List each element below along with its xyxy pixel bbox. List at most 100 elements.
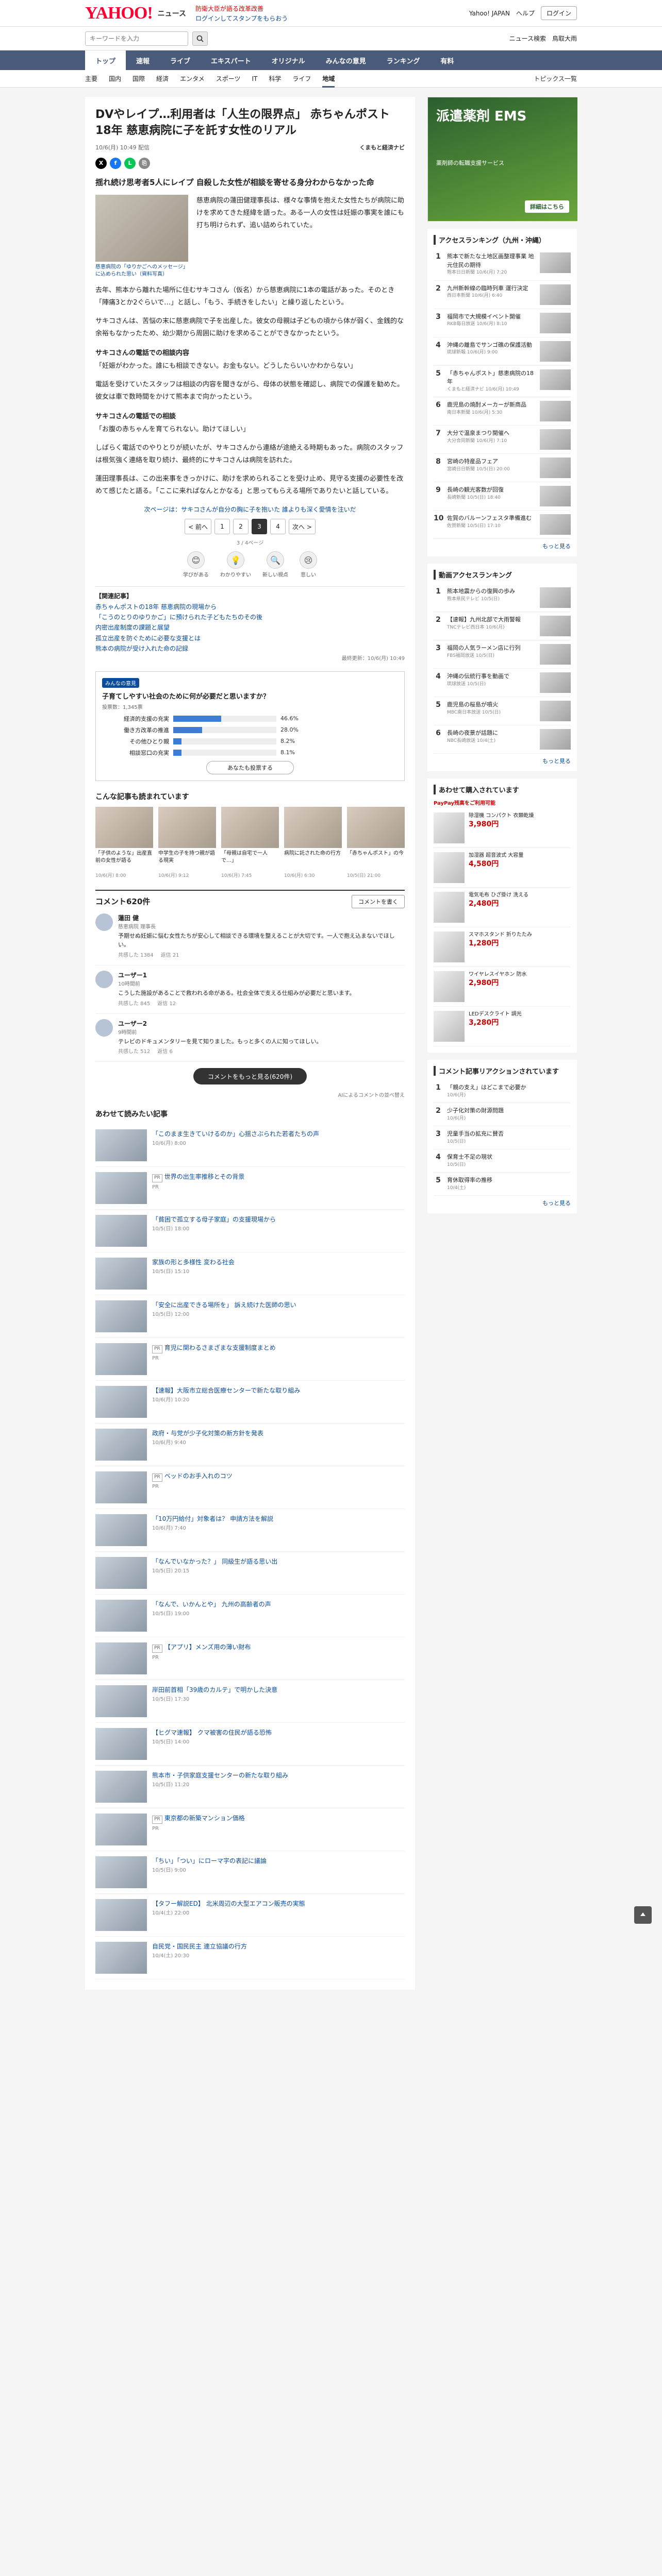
also-read-item[interactable]: 「なんでいなかった？」 同級生が語る思い出 10/5(日) 20:15 xyxy=(95,1552,405,1595)
ranking-item[interactable]: 2 【速報】九州北部で大雨警報 TNCテレビ西日本 10/6(月) xyxy=(434,612,571,640)
also-read-item[interactable]: PR ベッドのお手入れのコツ PR xyxy=(95,1466,405,1510)
ranking-item[interactable]: 1 熊本で新たな土地区画整理事業 地元住民の期待 熊本日日新聞 10/6(月) 7:… xyxy=(434,249,571,281)
item-title[interactable]: 東京都の新築マンション価格 xyxy=(164,1815,245,1822)
poll-vote-button[interactable]: あなたも投票する xyxy=(206,760,294,774)
rank-title[interactable]: 熊本で新たな土地区画整理事業 地元住民の期待 xyxy=(447,252,536,269)
related-link[interactable]: 孤立出産を防ぐために必要な支援とは xyxy=(95,633,405,643)
catnav-item[interactable]: ライブ xyxy=(160,50,201,70)
item-title[interactable]: 「なんで、いかんとや」 九州の高齢者の声 xyxy=(152,1601,271,1608)
ranking-item[interactable]: 6 長崎の夜景が話題に NBC長崎放送 10/4(土) xyxy=(434,725,571,754)
rank-title[interactable]: 福岡市で大規模イベント開催 xyxy=(447,313,536,321)
item-title[interactable]: 岸田前首相「39歳のカルテ」で明かした決意 xyxy=(152,1686,277,1693)
comment-author[interactable]: ユーザー2 xyxy=(118,1019,405,1029)
item-title[interactable]: 世界の出生率推移とその背景 xyxy=(164,1173,245,1180)
article-photo[interactable] xyxy=(95,194,188,262)
related-link[interactable]: 「こうのとりのゆりかご」に預けられた子どもたちのその後 xyxy=(95,612,405,622)
rank-title[interactable]: 長崎の観光客数が回復 xyxy=(447,486,536,495)
item-title[interactable]: 「このまま生きていけるのか」心揺さぶられた若者たちの声 xyxy=(152,1130,319,1138)
catnav-item[interactable]: トップ xyxy=(85,50,126,70)
rank-title[interactable]: 福岡の人気ラーメン店に行列 xyxy=(447,644,536,653)
more-comments-button[interactable]: コメントをもっと見る(620件) xyxy=(193,1068,307,1085)
shop-item[interactable]: 電気毛布 ひざ掛け 洗える 2,480円 xyxy=(434,888,571,927)
pager-prev[interactable]: < 前へ xyxy=(185,519,211,535)
rank-title[interactable]: 保育士不足の現状 xyxy=(447,1153,571,1162)
item-title[interactable]: 「10万円給付」対象者は？ 申請方法を解説 xyxy=(152,1515,273,1522)
like-count[interactable]: 共感した 1384 xyxy=(118,952,154,960)
item-title[interactable]: 【速報】大阪市立総合医療センターで新たな取り組み xyxy=(152,1387,300,1394)
catnav-item[interactable]: オリジナル xyxy=(261,50,316,70)
product-title[interactable]: 除湿機 コンパクト 衣類乾燥 xyxy=(469,812,571,820)
product-title[interactable]: 加湿器 超音波式 大容量 xyxy=(469,852,571,859)
item-title[interactable]: 【タフー解説ED】 北米周辺の大型エアコン販売の実態 xyxy=(152,1900,305,1907)
ranking-item[interactable]: 4 保育士不足の現状 10/5(日) xyxy=(434,1149,571,1173)
recommended-card[interactable]: 病院に託された命の行方 10/6(月) 6:30 xyxy=(284,806,342,878)
ad-box[interactable]: 派遣薬剤 EMS 薬剤師の転職支援サービス 詳細はこちら xyxy=(427,97,577,222)
also-read-item[interactable]: 「安全に出産できる場所を」 訴え続けた医師の思い 10/5(日) 12:00 xyxy=(95,1295,405,1338)
comment-author[interactable]: 蓮田 健 xyxy=(118,913,405,923)
pager-page-current[interactable]: 3 xyxy=(252,519,267,535)
ranking-item[interactable]: 1 熊本地震からの復興の歩み 熊本県民テレビ 10/5(日) xyxy=(434,584,571,612)
pager-next[interactable]: 次へ > xyxy=(289,519,316,535)
recommended-card[interactable]: 「赤ちゃんポスト」の今 10/5(日) 21:00 xyxy=(347,806,405,878)
header-message-1[interactable]: 防衛大臣が語る改革改善 xyxy=(195,4,288,13)
rank-title[interactable]: 【速報】九州北部で大雨警報 xyxy=(447,616,536,624)
recommended-card[interactable]: 「子供のような」出産直前の女性が語る 10/6(月) 8:00 xyxy=(95,806,153,878)
also-read-item[interactable]: PR 東京都の新築マンション価格 PR xyxy=(95,1808,405,1852)
avatar[interactable] xyxy=(95,970,113,988)
ranking-item[interactable]: 2 少子化対策の財源問題 10/6(月) xyxy=(434,1103,571,1126)
item-title[interactable]: 「貧困で孤立する母子家庭」の支援現場から xyxy=(152,1216,276,1223)
reaction-sad[interactable]: 😢 悲しい xyxy=(300,551,317,578)
login-button[interactable]: ログイン xyxy=(540,6,577,20)
search-button[interactable] xyxy=(192,31,208,46)
reaction-new-view[interactable]: 🔍 新しい視点 xyxy=(262,551,288,578)
avatar[interactable] xyxy=(95,1019,113,1037)
ranking-item[interactable]: 2 九州新幹線の臨時列車 運行決定 西日本新聞 10/6(月) 6:40 xyxy=(434,281,571,309)
rank-title[interactable]: 宮崎の特産品フェア xyxy=(447,457,536,466)
write-comment-button[interactable]: コメントを書く xyxy=(352,894,405,908)
scroll-top-button[interactable] xyxy=(634,1906,652,1924)
item-title[interactable]: 家族の形と多様性 変わる社会 xyxy=(152,1259,235,1266)
product-title[interactable]: 電気毛布 ひざ掛け 洗える xyxy=(469,892,571,899)
rank-title[interactable]: 鹿児島の桜島が噴火 xyxy=(447,701,536,709)
header-link-yahoo[interactable]: Yahoo! JAPAN xyxy=(469,10,510,17)
item-title[interactable]: 熊本市・子供家庭支援センターの新たな取り組み xyxy=(152,1772,288,1779)
rank-title[interactable]: 児童手当の拡充に賛否 xyxy=(447,1130,571,1139)
news-logo-label[interactable]: ニュース xyxy=(158,8,186,19)
rank-title[interactable]: 「親の支え」はどこまで必要か xyxy=(447,1083,571,1092)
video-more-link[interactable]: もっと見る xyxy=(434,757,571,765)
product-title[interactable]: LEDデスクライト 調光 xyxy=(469,1011,571,1018)
catnav-item[interactable]: ランキング xyxy=(376,50,431,70)
item-title[interactable]: 自民党・国民民主 連立協議の行方 xyxy=(152,1943,247,1950)
topics-list-link[interactable]: トピックス一覧 xyxy=(534,74,577,83)
ranking-item[interactable]: 8 宮崎の特産品フェア 宮崎日日新聞 10/5(日) 20:00 xyxy=(434,454,571,482)
pager-page[interactable]: 2 xyxy=(233,519,249,535)
also-read-item[interactable]: PR 世界の出生率推移とその背景 PR xyxy=(95,1167,405,1210)
shop-item[interactable]: 除湿機 コンパクト 衣類乾燥 3,980円 xyxy=(434,808,571,848)
comment-more-link[interactable]: もっと見る xyxy=(434,1199,571,1207)
link-copy-icon[interactable]: ⎘ xyxy=(139,157,150,169)
header-link-help[interactable]: ヘルプ xyxy=(516,9,535,18)
subnav-item[interactable]: ライフ xyxy=(292,74,311,83)
next-page-link[interactable]: 次ページは：サキコさんが自分の胸に子を抱いた 誰よりも深く愛情を注いだ xyxy=(95,505,405,514)
also-read-item[interactable]: 「このまま生きていけるのか」心揺さぶられた若者たちの声 10/6(月) 8:00 xyxy=(95,1124,405,1167)
ranking-item[interactable]: 4 沖縄の離島でサンゴ礁の保護活動 琉球新報 10/6(月) 9:00 xyxy=(434,337,571,366)
reply-count[interactable]: 返信 6 xyxy=(157,1048,173,1056)
subnav-item[interactable]: 科学 xyxy=(269,74,281,83)
also-read-item[interactable]: 熊本市・子供家庭支援センターの新たな取り組み 10/5(日) 11:20 xyxy=(95,1766,405,1809)
item-title[interactable]: 育児に関わるさまざまな支援制度まとめ xyxy=(164,1344,276,1351)
also-read-item[interactable]: 「10万円給付」対象者は？ 申請方法を解説 10/6(月) 7:40 xyxy=(95,1509,405,1552)
rank-title[interactable]: 佐賀のバルーンフェスタ準備進む xyxy=(447,514,536,523)
also-read-item[interactable]: 自民党・国民民主 連立協議の行方 10/4(土) 20:30 xyxy=(95,1937,405,1980)
pager-page[interactable]: 1 xyxy=(214,519,230,535)
item-title[interactable]: 政府・与党が少子化対策の新方針を発表 xyxy=(152,1430,263,1437)
also-read-item[interactable]: PR 【アプリ】メンズ用の薄い財布 PR xyxy=(95,1637,405,1681)
avatar[interactable] xyxy=(95,913,113,931)
ranking-item[interactable]: 9 長崎の観光客数が回復 長崎新聞 10/5(日) 18:40 xyxy=(434,482,571,511)
reply-count[interactable]: 返信 12 xyxy=(157,1000,176,1008)
like-count[interactable]: 共感した 512 xyxy=(118,1048,150,1056)
header-message-2[interactable]: ログインしてスタンプをもらおう xyxy=(195,14,288,23)
rank-title[interactable]: 少子化対策の財源問題 xyxy=(447,1107,571,1115)
ranking-item[interactable]: 3 児童手当の拡充に賛否 10/5(日) xyxy=(434,1126,571,1149)
item-title[interactable]: 【ヒグマ速報】 クマ被害の住民が語る恐怖 xyxy=(152,1729,272,1736)
also-read-item[interactable]: 「なんで、いかんとや」 九州の高齢者の声 10/5(日) 19:00 xyxy=(95,1595,405,1638)
